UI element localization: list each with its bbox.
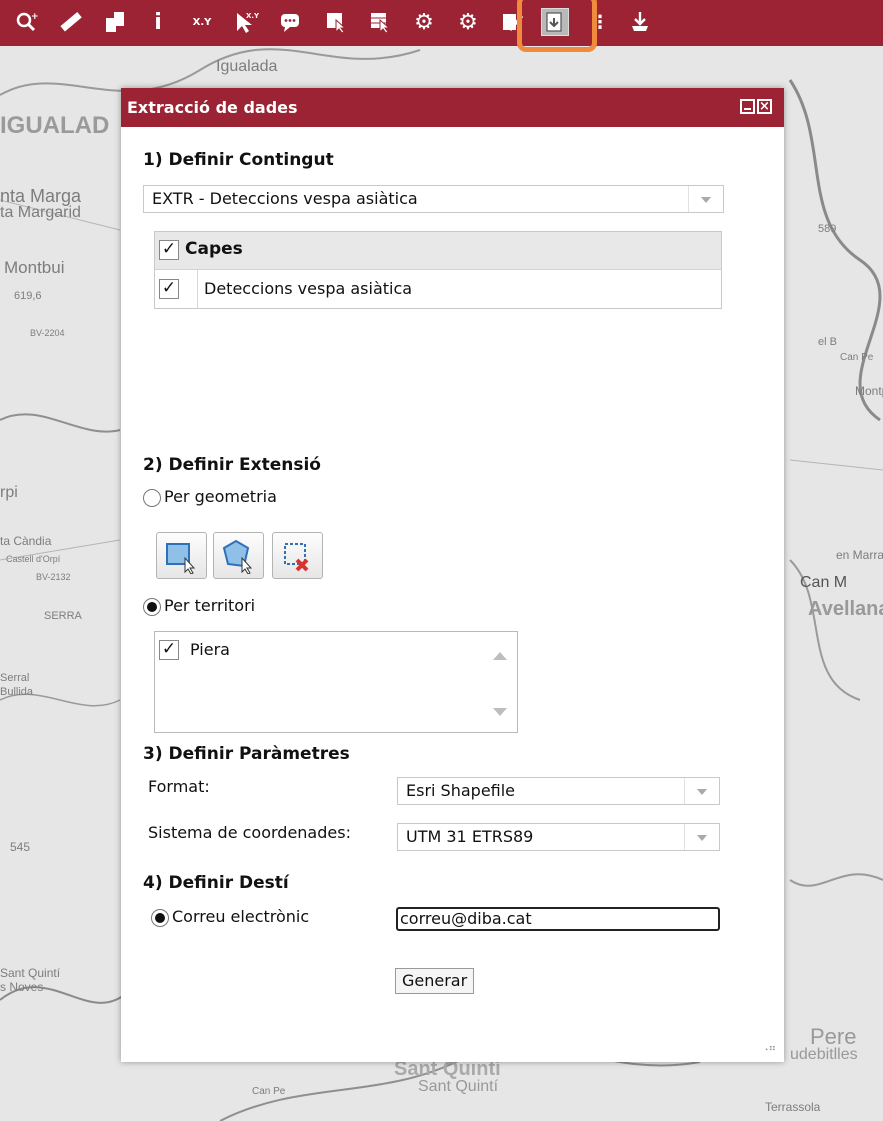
gear-icon[interactable]: ⚙ [410, 8, 438, 36]
layer-row-divider [197, 270, 198, 308]
content-select[interactable]: EXTR - Deteccions vespa asiàtica [143, 185, 724, 213]
territory-checkbox[interactable]: ✓ [159, 640, 179, 660]
generate-button[interactable]: Generar [395, 968, 475, 994]
map-label: el B [818, 336, 837, 348]
resize-handle-icon[interactable]: ⠠⠶ [761, 1043, 776, 1054]
crs-label: Sistema de coordenades: [148, 823, 351, 842]
map-label: IGUALAD [0, 112, 110, 139]
map-label: rpi [0, 484, 18, 501]
map-label: en Marran [836, 548, 883, 562]
clear-selection-icon [284, 543, 309, 572]
scroll-down-icon[interactable] [493, 708, 507, 716]
layers-table: ✓ Capes ✓ Deteccions vespa asiàtica [154, 231, 722, 309]
section-content-heading: 1) Definir Contingut [143, 150, 334, 170]
polygon-select-icon [222, 539, 253, 574]
clear-selection-button[interactable] [272, 532, 323, 579]
by-geometry-radio[interactable] [143, 489, 161, 507]
map-label: Can M [800, 574, 848, 591]
layer-row: ✓ Deteccions vespa asiàtica [155, 270, 721, 308]
zoom-search-icon[interactable]: + [12, 8, 40, 36]
draw-polygon-button[interactable] [213, 532, 264, 579]
download-icon[interactable] [626, 8, 654, 36]
map-label: udebitlles [790, 1046, 858, 1063]
ruler-icon[interactable] [56, 8, 84, 36]
dialog-title: Extracció de dades [127, 98, 298, 117]
select-table-icon[interactable] [366, 8, 394, 36]
territory-scrollbar[interactable] [481, 632, 517, 732]
territory-list: ✓ Piera [154, 631, 518, 733]
crs-select-value: UTM 31 ETRS89 [406, 827, 534, 846]
map-label: Avellana [808, 598, 883, 620]
by-territory-radio[interactable] [143, 598, 161, 616]
email-option-label: Correu electrònic [172, 907, 310, 926]
chevron-down-icon[interactable] [688, 186, 723, 212]
section-extent-heading: 2) Definir Extensió [143, 455, 321, 475]
chevron-down-icon[interactable] [684, 778, 719, 804]
content-select-value: EXTR - Deteccions vespa asiàtica [152, 189, 418, 208]
active-tool-highlight [517, 0, 597, 52]
map-label: BV-2132 [36, 572, 71, 582]
map-label: Montbui [4, 258, 65, 277]
by-geometry-label: Per geometria [164, 487, 277, 506]
svg-text:X.Y: X.Y [246, 12, 259, 20]
copy-pages-icon[interactable] [101, 8, 129, 36]
map-label: 545 [10, 840, 31, 854]
map-label: Can Pe [252, 1086, 286, 1097]
select-layer-icon[interactable] [322, 8, 350, 36]
section-parameters-heading: 3) Definir Paràmetres [143, 744, 350, 764]
map-label: ta Càndia [0, 534, 52, 548]
rectangle-select-icon [166, 543, 196, 574]
xy-coordinates-icon[interactable]: X.Y [188, 8, 216, 36]
format-select-value: Esri Shapefile [406, 781, 516, 800]
minimize-icon[interactable] [740, 99, 755, 114]
scroll-up-icon[interactable] [493, 652, 507, 660]
main-toolbar: + i X.Y X.Y ⚙ ⚙ ⋮ [0, 0, 883, 52]
layers-header-checkbox[interactable]: ✓ [159, 240, 179, 260]
by-territory-label: Per territori [164, 596, 256, 615]
map-label: Sant Quintí [418, 1078, 499, 1095]
layer-label: Deteccions vespa asiàtica [204, 279, 413, 298]
map-label: Castell d'Orpí [6, 554, 61, 564]
territory-label: Piera [190, 640, 230, 659]
chevron-down-icon[interactable] [684, 824, 719, 850]
map-label: Serral [0, 672, 30, 684]
xy-pointer-icon[interactable]: X.Y [232, 8, 260, 36]
draw-rectangle-button[interactable] [156, 532, 207, 579]
svg-text:+: + [31, 12, 38, 22]
layer-checkbox[interactable]: ✓ [159, 279, 179, 299]
info-icon[interactable]: i [144, 8, 172, 36]
map-label: ta Margarid [0, 204, 81, 221]
dialog-title-bar[interactable]: Extracció de dades × [121, 88, 784, 127]
map-label: Montpedros [855, 384, 883, 398]
data-extraction-dialog: Extracció de dades × 1) Definir Contingu… [121, 88, 784, 1062]
map-label: 619,6 [14, 290, 42, 302]
email-radio[interactable] [151, 909, 169, 927]
section-destination-heading: 4) Definir Destí [143, 873, 289, 893]
comment-icon[interactable] [276, 8, 304, 36]
map-label: 589 [818, 223, 837, 235]
format-label: Format: [148, 777, 210, 796]
map-label: Terrassola [765, 1100, 821, 1114]
close-icon[interactable]: × [757, 99, 772, 114]
map-label: Bullida [0, 686, 34, 698]
map-label: s Noves [0, 980, 44, 994]
crs-select[interactable]: UTM 31 ETRS89 [397, 823, 720, 851]
map-label: BV-2204 [30, 328, 65, 338]
email-input[interactable]: correu@diba.cat [396, 907, 720, 931]
map-label: Can Pe [840, 352, 874, 363]
map-label: Sant Quintí [0, 966, 61, 980]
layers-header-label: Capes [185, 239, 243, 259]
map-label: SERRA [44, 610, 82, 622]
gear-alt-icon[interactable]: ⚙ [454, 8, 482, 36]
map-label: Igualada [216, 58, 278, 75]
format-select[interactable]: Esri Shapefile [397, 777, 720, 805]
